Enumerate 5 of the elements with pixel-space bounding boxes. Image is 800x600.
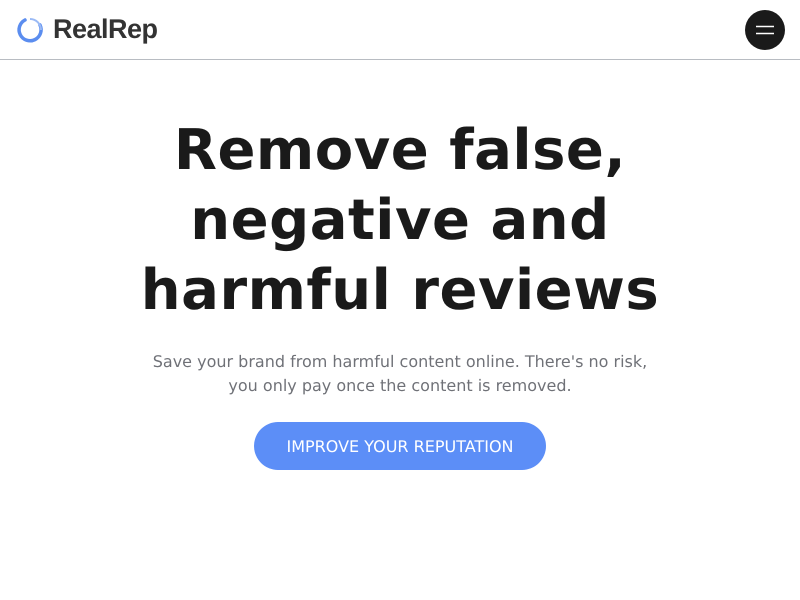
menu-button[interactable]	[745, 10, 785, 50]
menu-icon	[756, 24, 774, 34]
hero-title: Remove false, negative and harmful reviews	[140, 117, 660, 325]
brand-name[interactable]: RealRep	[53, 14, 158, 45]
hero-subtitle: Save your brand from harmful content online. There's no risk, you only pay once the content is removed.	[152, 351, 648, 397]
